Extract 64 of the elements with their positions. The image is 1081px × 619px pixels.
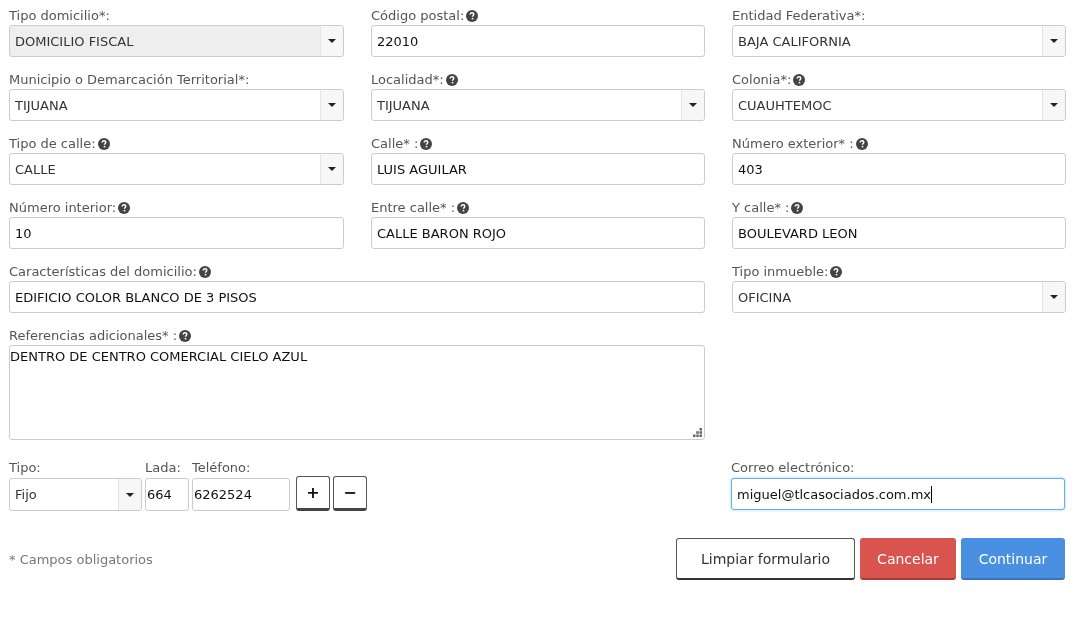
caret-icon <box>328 39 336 43</box>
help-icon[interactable] <box>420 137 433 150</box>
help-icon[interactable] <box>466 9 479 22</box>
input-field[interactable]: CALLE BARON ROJO <box>371 217 705 249</box>
help-icon[interactable] <box>198 265 211 278</box>
input-field[interactable]: 403 <box>732 153 1066 185</box>
field-label: Código postal: <box>371 8 465 23</box>
select-field[interactable]: CALLE <box>9 153 344 185</box>
field-label: Colonia*: <box>732 72 792 87</box>
field-label: Entidad Federativa*: <box>732 8 866 23</box>
caret-icon <box>689 103 697 107</box>
field-label: Entre calle* : <box>371 200 456 215</box>
field-label: Lada: <box>145 459 182 477</box>
help-icon[interactable] <box>445 73 458 86</box>
select-field[interactable]: Fijo <box>9 478 142 511</box>
caret-icon <box>328 167 336 171</box>
help-icon[interactable] <box>97 137 110 150</box>
field-label: Correo electrónico: <box>731 459 856 477</box>
field-label: Número interior: <box>9 200 117 215</box>
help-icon[interactable] <box>793 73 806 86</box>
help-icon[interactable] <box>179 329 192 342</box>
field-label: Tipo: <box>9 459 42 477</box>
remove-button[interactable]: − <box>333 476 367 511</box>
field-label: Teléfono: <box>192 459 252 477</box>
select-field[interactable]: BAJA CALIFORNIA <box>732 25 1066 57</box>
field-label: Y calle* : <box>732 200 790 215</box>
select-field[interactable]: CUAUHTEMOC <box>732 89 1066 121</box>
caret-icon <box>328 103 336 107</box>
caret-icon <box>126 492 134 497</box>
input-field[interactable]: 10 <box>9 217 344 249</box>
field-label: Características del domicilio: <box>9 264 197 279</box>
input-field[interactable]: 22010 <box>371 25 705 57</box>
field-label: Localidad*: <box>371 72 444 87</box>
field-label: Número exterior* : <box>732 136 854 151</box>
help-icon[interactable] <box>855 137 868 150</box>
input-field[interactable]: BOULEVARD LEON <box>732 217 1066 249</box>
field-label: Tipo domicilio*: <box>9 8 110 23</box>
select-field[interactable]: TIJUANA <box>9 89 344 121</box>
input-field[interactable]: EDIFICIO COLOR BLANCO DE 3 PISOS <box>9 281 705 313</box>
text-cursor <box>931 485 933 503</box>
help-icon[interactable] <box>457 201 470 214</box>
field-label: Tipo inmueble: <box>732 264 829 279</box>
select-field[interactable]: OFICINA <box>732 281 1066 313</box>
email-field[interactable]: miguel@tlcasociados.com.mx <box>731 478 1065 510</box>
help-icon[interactable] <box>830 265 843 278</box>
caret-icon <box>1050 39 1058 43</box>
select-field[interactable]: TIJUANA <box>371 89 705 121</box>
field-label: Tipo de calle: <box>9 136 96 151</box>
field-label: Municipio o Demarcación Territorial*: <box>9 72 250 87</box>
input-field[interactable]: 664 <box>145 478 189 511</box>
help-icon[interactable] <box>791 201 804 214</box>
add-button[interactable]: + <box>296 476 330 511</box>
caret-icon <box>1050 295 1058 299</box>
resize-grip-icon[interactable] <box>693 428 702 437</box>
field-label: Referencias adicionales* : <box>9 328 178 343</box>
input-field[interactable]: 6262524 <box>192 478 290 511</box>
cancel-button[interactable]: Cancelar <box>860 538 956 580</box>
field-label: Calle* : <box>371 136 419 151</box>
help-icon[interactable] <box>118 201 131 214</box>
caret-icon <box>1050 103 1058 107</box>
textarea-field[interactable]: DENTRO DE CENTRO COMERCIAL CIELO AZUL <box>9 345 705 440</box>
required-note: * Campos obligatorios <box>9 551 153 567</box>
input-field[interactable]: LUIS AGUILAR <box>371 153 705 185</box>
clear-button[interactable]: Limpiar formulario <box>676 538 855 580</box>
